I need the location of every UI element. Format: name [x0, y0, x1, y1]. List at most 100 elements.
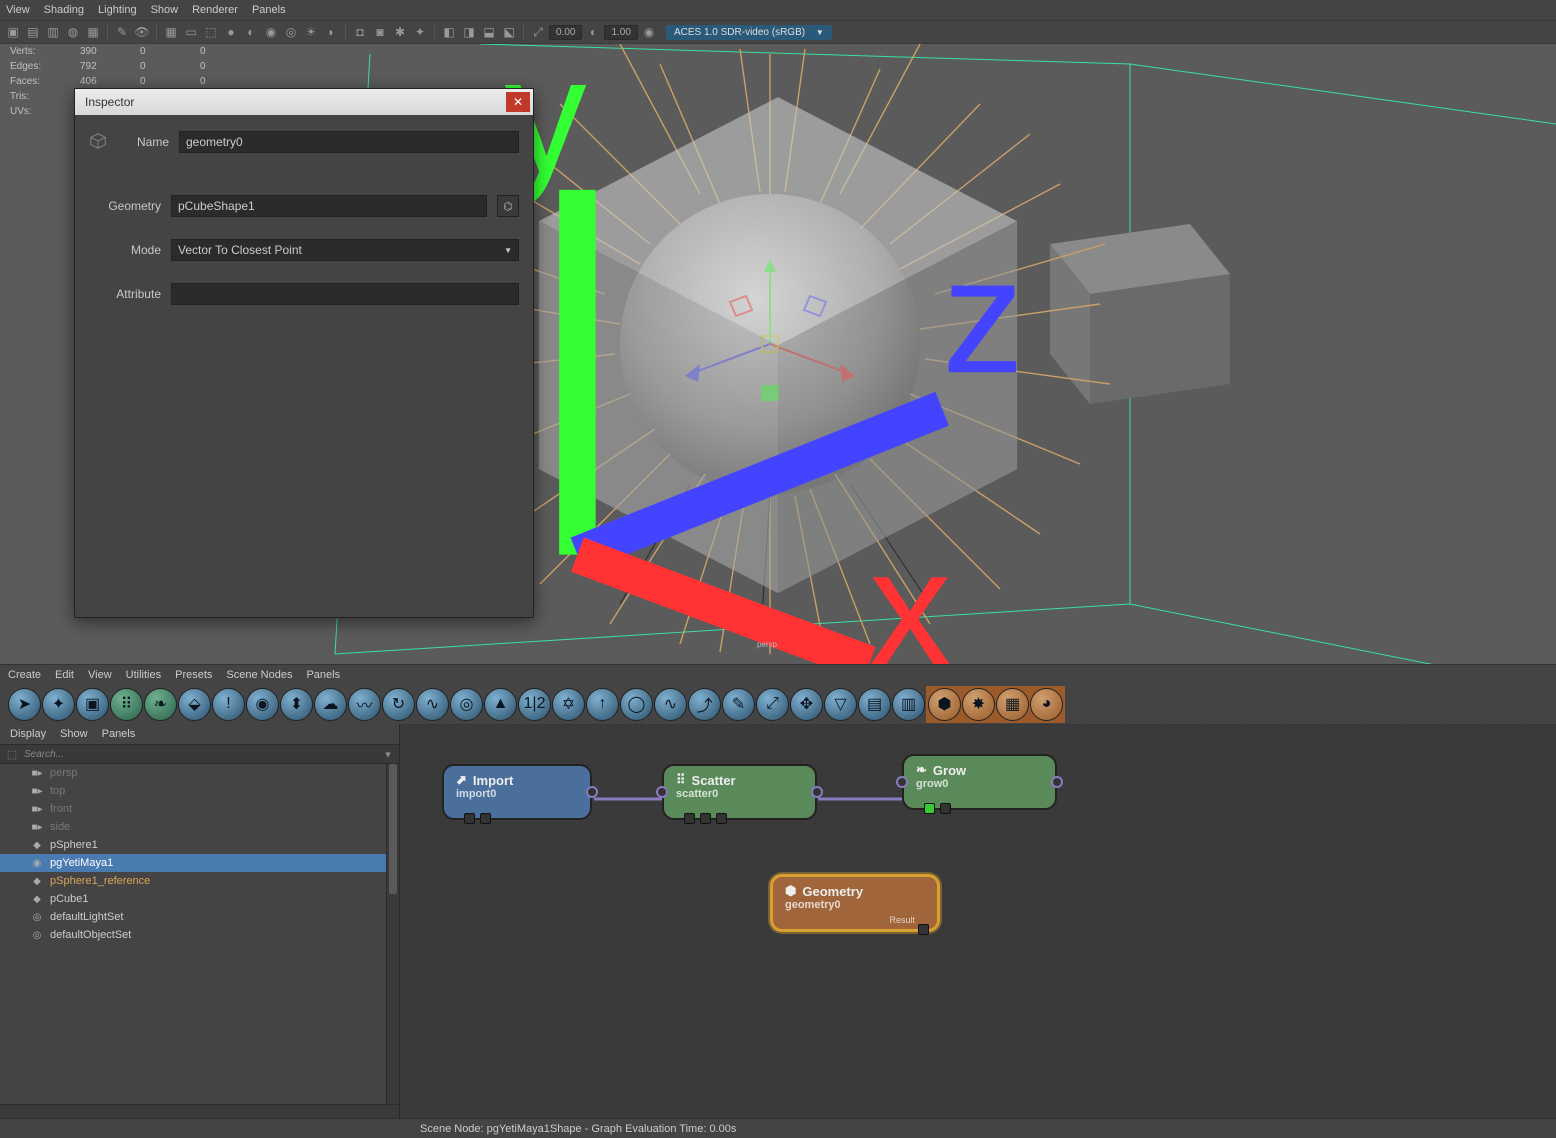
shade-icon[interactable]: ◉	[262, 23, 280, 41]
ne-menu-panels[interactable]: Panels	[306, 669, 340, 681]
footer-port[interactable]	[464, 813, 475, 824]
outliner-item[interactable]: ◉pgYetiMaya1	[0, 854, 399, 872]
menu-view[interactable]: View	[6, 4, 30, 16]
ne-menu-edit[interactable]: Edit	[55, 669, 74, 681]
wire-icon[interactable]: ◐	[242, 23, 260, 41]
outliner-menu-display[interactable]: Display	[10, 728, 46, 740]
arrow-icon[interactable]: ➤	[8, 688, 41, 721]
light-icon[interactable]: ☀	[302, 23, 320, 41]
leaf-icon[interactable]: ❧	[144, 688, 177, 721]
footer-port[interactable]	[924, 803, 935, 814]
res-icon[interactable]: ⬕	[500, 23, 518, 41]
palette-node-icon[interactable]: ◕	[1030, 688, 1063, 721]
lock-icon[interactable]: ⤢	[529, 23, 547, 41]
gamma-icon[interactable]: ◨	[460, 23, 478, 41]
outliner-item[interactable]: ■▸side	[0, 818, 399, 836]
menu-lighting[interactable]: Lighting	[98, 4, 137, 16]
contrast-icon[interactable]: ◐	[584, 23, 602, 41]
isolate-icon[interactable]: ◘	[351, 23, 369, 41]
node-geometry[interactable]: ⬢Geometry geometry0 Result	[770, 874, 940, 932]
menu-panels[interactable]: Panels	[252, 4, 286, 16]
chart-icon[interactable]: ▤	[858, 688, 891, 721]
xray-icon[interactable]: ◙	[371, 23, 389, 41]
scrollbar[interactable]	[386, 764, 399, 1104]
swirl-icon[interactable]: ◉	[246, 688, 279, 721]
number-icon[interactable]: 1|2	[518, 688, 551, 721]
gate-icon[interactable]: ⬓	[480, 23, 498, 41]
menu-show[interactable]: Show	[151, 4, 179, 16]
outliner-item[interactable]: ◆pCube1	[0, 890, 399, 908]
grid-icon[interactable]: ▦	[162, 23, 180, 41]
render-icon[interactable]: ◍	[64, 23, 82, 41]
info-icon[interactable]: !	[212, 688, 245, 721]
target-icon[interactable]: ◎	[450, 688, 483, 721]
scatter-icon[interactable]: ⠿	[110, 688, 143, 721]
slash-icon[interactable]: 〰	[348, 688, 381, 721]
exposure-icon[interactable]: ◧	[440, 23, 458, 41]
ne-menu-create[interactable]: Create	[8, 669, 41, 681]
horizontal-scrollbar[interactable]	[0, 1104, 399, 1118]
result-port[interactable]	[918, 924, 929, 935]
ball-icon[interactable]: ●	[222, 23, 240, 41]
sine-icon[interactable]: ∿	[654, 688, 687, 721]
menu-renderer[interactable]: Renderer	[192, 4, 238, 16]
ne-menu-scenenodes[interactable]: Scene Nodes	[226, 669, 292, 681]
outliner-menu-show[interactable]: Show	[60, 728, 88, 740]
filter-icon[interactable]: ⬚	[4, 748, 20, 761]
output-port[interactable]	[811, 786, 823, 798]
eye-icon[interactable]: 👁	[133, 23, 151, 41]
gamma-field[interactable]: 1.00	[604, 25, 637, 40]
scrollbar-thumb[interactable]	[389, 764, 397, 894]
puzzle-icon[interactable]: ✦	[42, 688, 75, 721]
film-gate-icon[interactable]: ▭	[182, 23, 200, 41]
joint-icon[interactable]: ✱	[391, 23, 409, 41]
archive-icon[interactable]: ▣	[76, 688, 109, 721]
attribute-input[interactable]	[171, 283, 519, 305]
chevron-down-icon[interactable]: ▾	[381, 748, 395, 761]
colorspace-icon[interactable]: ◉	[640, 23, 658, 41]
exposure-field[interactable]: 0.00	[549, 25, 582, 40]
footer-port[interactable]	[700, 813, 711, 824]
grid-node-icon[interactable]: ▦	[996, 688, 1029, 721]
refresh-icon[interactable]: ↻	[382, 688, 415, 721]
cross-icon[interactable]: ⤢	[756, 688, 789, 721]
inspector-titlebar[interactable]: Inspector ✕	[75, 89, 533, 115]
ne-menu-utilities[interactable]: Utilities	[126, 669, 161, 681]
curve-icon[interactable]: ⤴	[688, 688, 721, 721]
close-button[interactable]: ✕	[506, 92, 530, 112]
search-input[interactable]: Search...	[20, 749, 381, 760]
skin-icon[interactable]: ✦	[411, 23, 429, 41]
ne-menu-view[interactable]: View	[88, 669, 112, 681]
outliner-item[interactable]: ◆pSphere1_reference	[0, 872, 399, 890]
ring-icon[interactable]: ◯	[620, 688, 653, 721]
sun-node-icon[interactable]: ✸	[962, 688, 995, 721]
cube-node-icon[interactable]: ⬢	[928, 688, 961, 721]
outliner-menu-panels[interactable]: Panels	[102, 728, 136, 740]
graph-icon[interactable]: ▥	[892, 688, 925, 721]
name-input[interactable]	[179, 131, 519, 153]
move-icon[interactable]: ✥	[790, 688, 823, 721]
outliner-item[interactable]: ◎defaultLightSet	[0, 908, 399, 926]
node-scatter[interactable]: ⠿Scatter scatter0	[662, 764, 817, 820]
ne-menu-presets[interactable]: Presets	[175, 669, 212, 681]
brush-icon[interactable]: ✎	[113, 23, 131, 41]
image-icon[interactable]: ▦	[84, 23, 102, 41]
node-graph[interactable]: ⬈Import import0 ⠿Scatter scatter0 ❧Grow …	[400, 724, 1556, 1118]
shadow-icon[interactable]: ◗	[322, 23, 340, 41]
footer-port[interactable]	[716, 813, 727, 824]
input-port[interactable]	[656, 786, 668, 798]
bolt-icon[interactable]: ⬍	[280, 688, 313, 721]
bucket-icon[interactable]: ⬙	[178, 688, 211, 721]
outliner-item[interactable]: ■▸top	[0, 782, 399, 800]
geometry-input[interactable]	[171, 195, 487, 217]
footer-port[interactable]	[684, 813, 695, 824]
filter-icon[interactable]: ▽	[824, 688, 857, 721]
outliner-item[interactable]: ◆pSphere1	[0, 836, 399, 854]
outliner-item[interactable]: ■▸persp	[0, 764, 399, 782]
node-import[interactable]: ⬈Import import0	[442, 764, 592, 820]
safe-icon[interactable]: ⬚	[202, 23, 220, 41]
output-port[interactable]	[1051, 776, 1063, 788]
select-icon[interactable]: ▣	[4, 23, 22, 41]
colorspace-dropdown[interactable]: ACES 1.0 SDR-video (sRGB) ▼	[666, 25, 832, 40]
outliner-item[interactable]: ◎defaultObjectSet	[0, 926, 399, 944]
